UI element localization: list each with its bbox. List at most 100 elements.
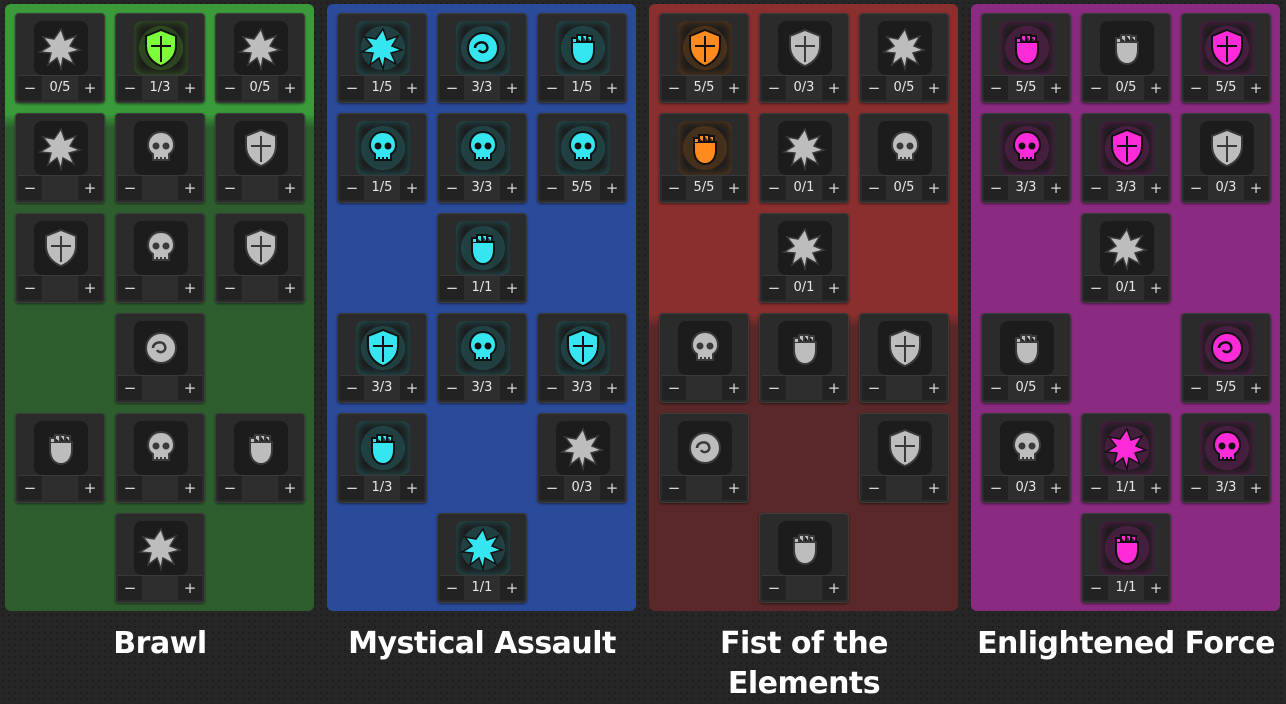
decrement-button[interactable]: − [662, 176, 686, 200]
talent-node[interactable]: −0/5 + [1081, 13, 1171, 103]
talent-node[interactable]: − + [115, 513, 205, 603]
increment-button[interactable]: + [1144, 476, 1168, 500]
serpent-icon[interactable] [878, 421, 932, 475]
talent-node[interactable]: − + [859, 313, 949, 403]
decrement-button[interactable]: − [1084, 276, 1108, 300]
fist-stamp-icon[interactable] [34, 21, 88, 75]
increment-button[interactable]: + [278, 476, 302, 500]
increment-button[interactable]: + [722, 76, 746, 100]
gripped-skull-icon[interactable] [778, 221, 832, 275]
decrement-button[interactable]: − [1084, 176, 1108, 200]
increment-button[interactable]: + [822, 276, 846, 300]
decrement-button[interactable]: − [1084, 576, 1108, 600]
talent-node[interactable]: −0/3 + [537, 413, 627, 503]
radiant-burst-icon[interactable] [1200, 421, 1254, 475]
sunken-blade-icon[interactable] [1000, 421, 1054, 475]
increment-button[interactable]: + [1144, 176, 1168, 200]
decrement-button[interactable]: − [862, 376, 886, 400]
talent-node[interactable]: −0/3 + [759, 13, 849, 103]
spiral-shield-icon[interactable] [456, 521, 510, 575]
talent-node[interactable]: −5/5 + [1181, 13, 1271, 103]
crest-shield-icon[interactable] [1000, 21, 1054, 75]
increment-button[interactable]: + [78, 176, 102, 200]
talent-node[interactable]: −0/3 + [981, 413, 1071, 503]
increment-button[interactable]: + [822, 576, 846, 600]
decrement-button[interactable]: − [340, 376, 364, 400]
increment-button[interactable]: + [822, 76, 846, 100]
talent-node[interactable]: −1/5 + [537, 13, 627, 103]
rising-fist-icon[interactable] [1000, 321, 1054, 375]
impact-skull-icon[interactable] [456, 321, 510, 375]
potion-icon[interactable] [1000, 121, 1054, 175]
decrement-button[interactable]: − [440, 76, 464, 100]
talent-node[interactable]: −0/5 + [15, 13, 105, 103]
decrement-button[interactable]: − [440, 176, 464, 200]
increment-button[interactable]: + [600, 376, 624, 400]
decrement-button[interactable]: − [540, 476, 564, 500]
decrement-button[interactable]: − [218, 276, 242, 300]
increment-button[interactable]: + [278, 76, 302, 100]
increment-button[interactable]: + [922, 476, 946, 500]
winged-figure-icon[interactable] [234, 421, 288, 475]
increment-button[interactable]: + [178, 76, 202, 100]
increment-button[interactable]: + [400, 376, 424, 400]
decrement-button[interactable]: − [1184, 376, 1208, 400]
decrement-button[interactable]: − [1084, 476, 1108, 500]
increment-button[interactable]: + [78, 276, 102, 300]
dark-fist-icon[interactable] [1100, 221, 1154, 275]
decrement-button[interactable]: − [762, 376, 786, 400]
talent-node[interactable]: −0/5 + [981, 313, 1071, 403]
fanged-maw-icon[interactable] [1100, 121, 1154, 175]
decrement-button[interactable]: − [340, 176, 364, 200]
increment-button[interactable]: + [922, 176, 946, 200]
decrement-button[interactable]: − [662, 76, 686, 100]
talent-node[interactable]: −0/1 + [759, 213, 849, 303]
talent-node[interactable]: −3/3 + [1181, 413, 1271, 503]
increment-button[interactable]: + [1144, 276, 1168, 300]
talent-node[interactable]: −0/5 + [215, 13, 305, 103]
fury-face-icon[interactable] [1200, 321, 1254, 375]
talent-node[interactable]: −5/5 + [1181, 313, 1271, 403]
talent-node[interactable]: −1/1 + [1081, 413, 1171, 503]
decrement-button[interactable]: − [762, 276, 786, 300]
increment-button[interactable]: + [78, 476, 102, 500]
increment-button[interactable]: + [278, 176, 302, 200]
talent-node[interactable]: − + [859, 413, 949, 503]
decrement-button[interactable]: − [118, 476, 142, 500]
increment-button[interactable]: + [500, 276, 524, 300]
increment-button[interactable]: + [922, 76, 946, 100]
decrement-button[interactable]: − [340, 476, 364, 500]
increment-button[interactable]: + [278, 276, 302, 300]
decrement-button[interactable]: − [540, 76, 564, 100]
spirit-fists-icon[interactable] [556, 121, 610, 175]
decrement-button[interactable]: − [440, 276, 464, 300]
hourglass-flame-icon[interactable] [678, 21, 732, 75]
increment-button[interactable]: + [1244, 76, 1268, 100]
decrement-button[interactable]: − [440, 576, 464, 600]
increment-button[interactable]: + [822, 376, 846, 400]
bound-heart-icon[interactable] [678, 421, 732, 475]
decrement-button[interactable]: − [18, 276, 42, 300]
octopus-icon[interactable] [34, 121, 88, 175]
glowing-fist-icon[interactable] [134, 21, 188, 75]
increment-button[interactable]: + [1144, 76, 1168, 100]
talent-node[interactable]: − + [115, 213, 205, 303]
lightning-strike-icon[interactable] [678, 321, 732, 375]
talent-node[interactable]: −0/3 + [1181, 113, 1271, 203]
increment-button[interactable]: + [1244, 476, 1268, 500]
increment-button[interactable]: + [922, 376, 946, 400]
talent-node[interactable]: − + [115, 113, 205, 203]
decrement-button[interactable]: − [1184, 176, 1208, 200]
decrement-button[interactable]: − [340, 76, 364, 100]
crosshair-icon[interactable] [456, 121, 510, 175]
decrement-button[interactable]: − [862, 476, 886, 500]
decrement-button[interactable]: − [440, 376, 464, 400]
increment-button[interactable]: + [600, 476, 624, 500]
decrement-button[interactable]: − [1084, 76, 1108, 100]
glyph-rune-icon[interactable] [1100, 521, 1154, 575]
decrement-button[interactable]: − [118, 376, 142, 400]
talent-node[interactable]: − + [115, 313, 205, 403]
talent-node[interactable]: −3/3 + [981, 113, 1071, 203]
decrement-button[interactable]: − [218, 476, 242, 500]
increment-button[interactable]: + [500, 76, 524, 100]
